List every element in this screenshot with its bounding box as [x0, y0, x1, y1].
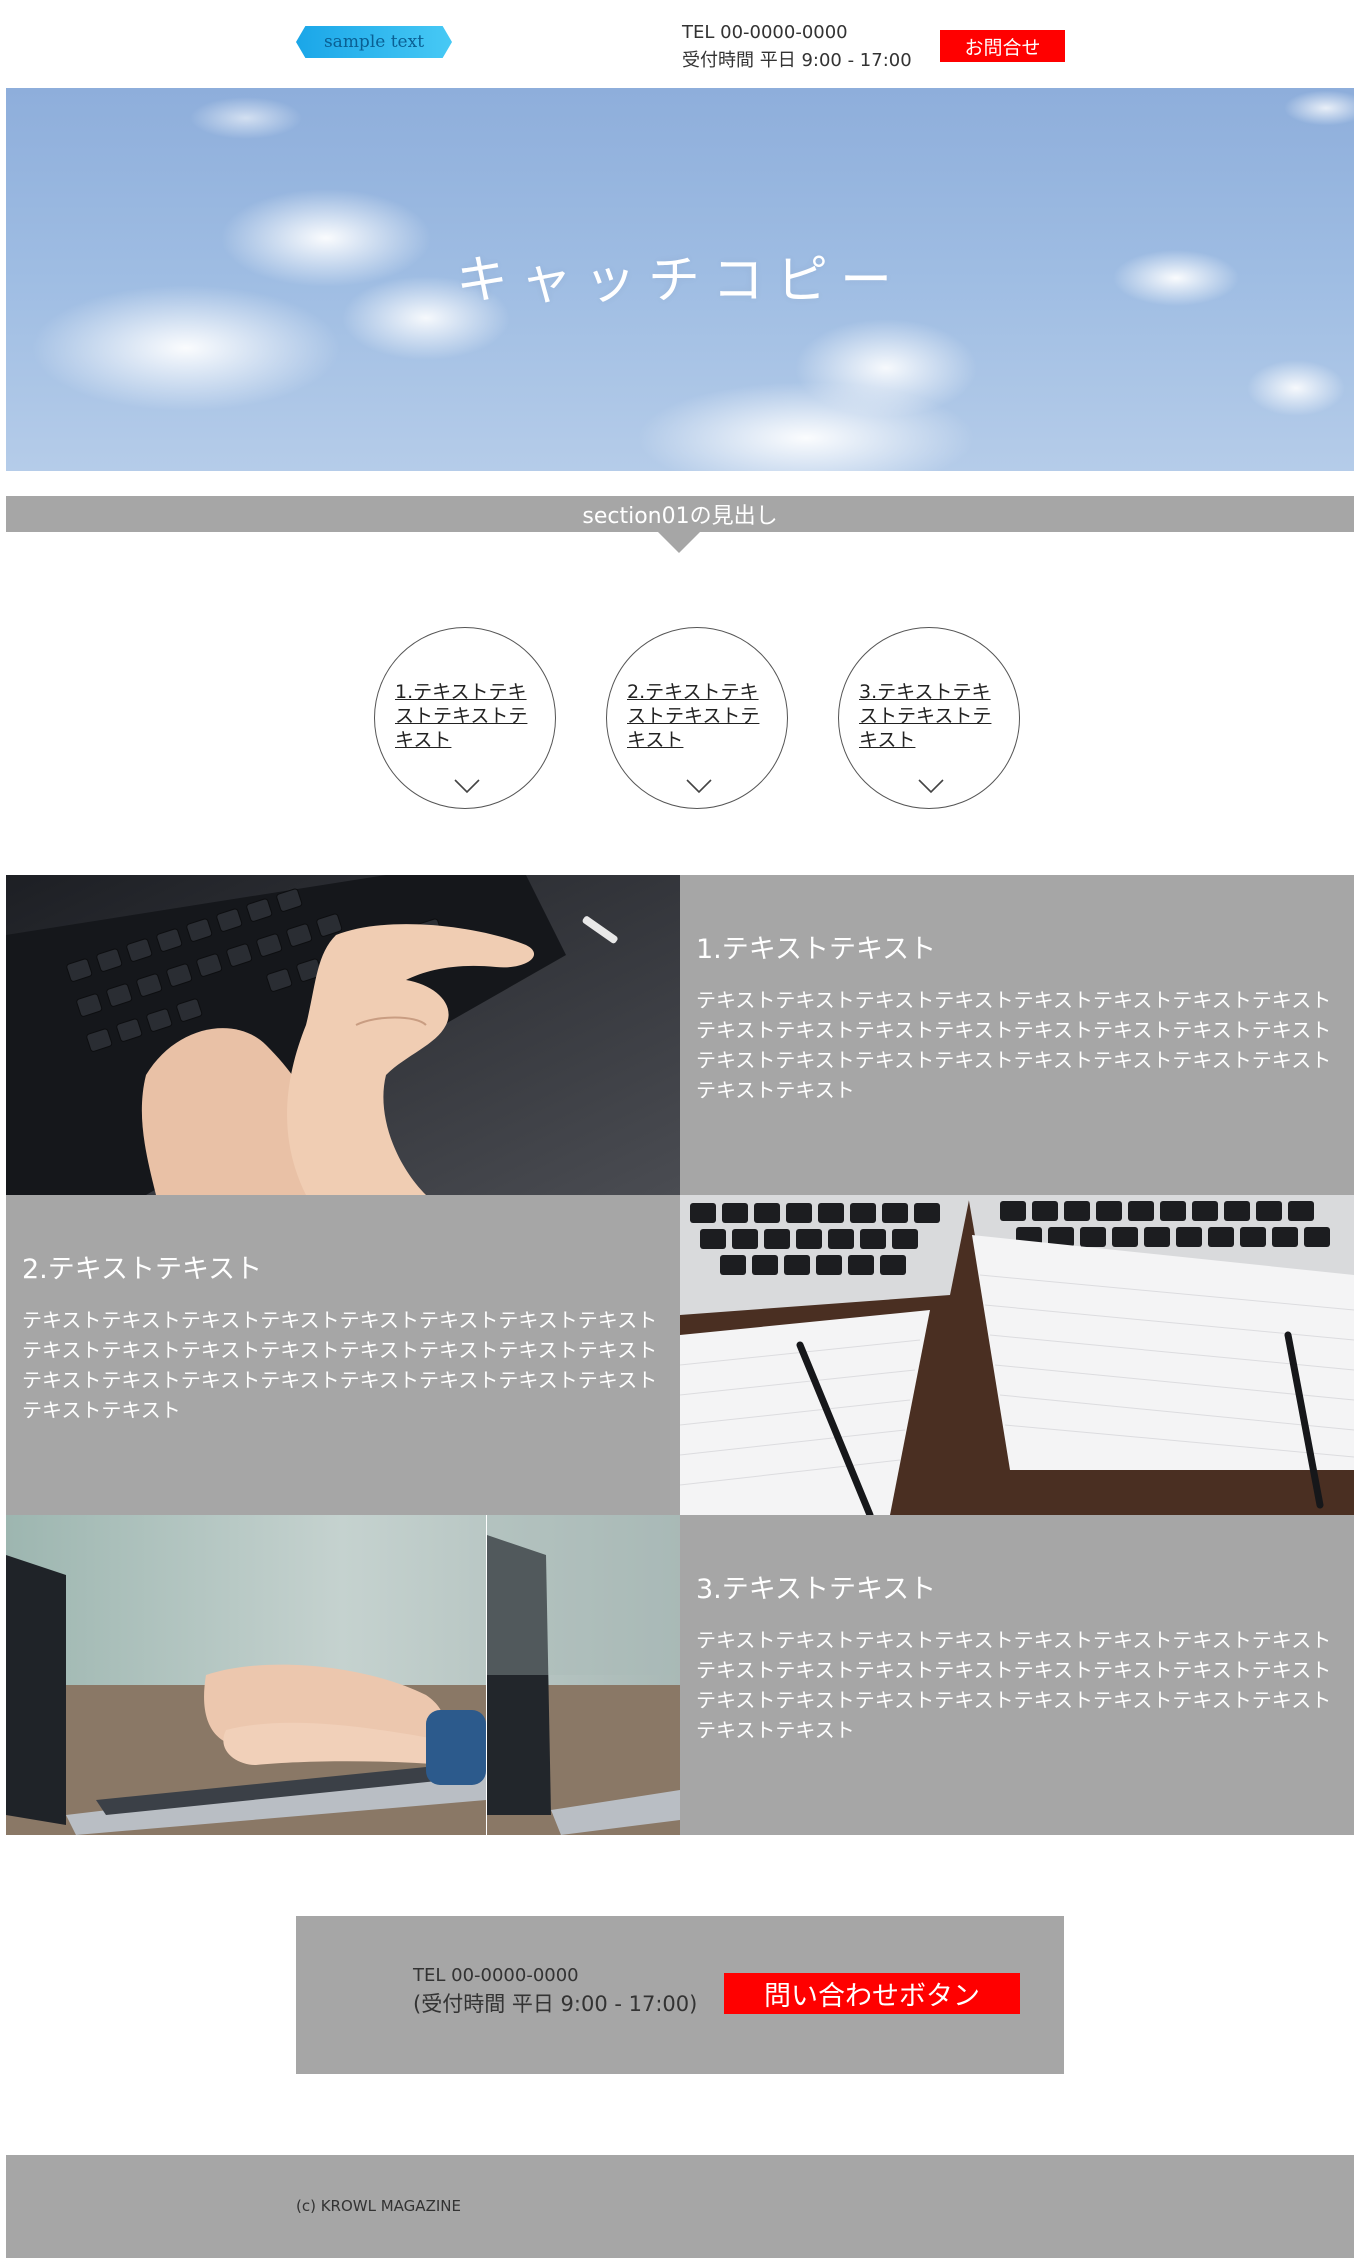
header-contact-button[interactable]: お問合せ [940, 30, 1065, 62]
contact-hours: (受付時間 平日 9:00 - 17:00) [413, 1992, 698, 2016]
contact-inquiry-button[interactable]: 問い合わせボタン [724, 1973, 1020, 2014]
contact-box: TEL 00-0000-0000 (受付時間 平日 9:00 - 17:00) … [296, 1916, 1064, 2074]
footer: (c) KROWL MAGAZINE [6, 2155, 1354, 2258]
notebook-laptop-photo [680, 1195, 1354, 1515]
header-tel: TEL 00-0000-0000 [682, 22, 848, 43]
hero-catch-copy: キャッチコピー [455, 251, 904, 311]
circle-link-label: 1.テキストテキストテキストテキスト [395, 681, 528, 751]
feature-row-3: 3.テキストテキスト テキストテキストテキストテキストテキストテキストテキストテ… [6, 1515, 1354, 1835]
feature-text-panel-2: 2.テキストテキスト テキストテキストテキストテキストテキストテキストテキストテ… [6, 1195, 680, 1515]
section-heading-bar: section01の見出し [6, 496, 1354, 532]
section-heading-arrow [657, 531, 701, 553]
footer-copyright: (c) KROWL MAGAZINE [296, 2197, 461, 2215]
contact-info: TEL 00-0000-0000 (受付時間 平日 9:00 - 17:00) [413, 1962, 697, 2018]
feature-title: 2.テキストテキスト [22, 1254, 263, 1285]
feature-row-1: 1.テキストテキスト テキストテキストテキストテキストテキストテキストテキストテ… [6, 875, 1354, 1195]
contact-tel: TEL 00-0000-0000 [413, 1965, 579, 1986]
circle-link-label: 3.テキストテキストテキストテキスト [859, 681, 992, 751]
feature-text-panel-1: 1.テキストテキスト テキストテキストテキストテキストテキストテキストテキストテ… [680, 875, 1354, 1195]
circle-link-label: 2.テキストテキストテキストテキスト [627, 681, 760, 751]
circle-link-2[interactable]: 2.テキストテキストテキストテキスト [606, 627, 788, 809]
section-heading: section01の見出し [582, 504, 778, 529]
site-logo[interactable]: sample text [296, 26, 452, 58]
circle-link-3[interactable]: 3.テキストテキストテキストテキスト [838, 627, 1020, 809]
chevron-down-icon [454, 779, 480, 794]
feature-title: 1.テキストテキスト [696, 934, 937, 965]
feature-text-panel-3: 3.テキストテキスト テキストテキストテキストテキストテキストテキストテキストテ… [680, 1515, 1354, 1835]
feature-row-2: 2.テキストテキスト テキストテキストテキストテキストテキストテキストテキストテ… [6, 1195, 1354, 1515]
feature-title: 3.テキストテキスト [696, 1574, 937, 1605]
keyboard-typing-photo [6, 875, 680, 1195]
logo-text: sample text [323, 32, 425, 52]
chevron-down-icon [918, 779, 944, 794]
header-contact-info: TEL 00-0000-0000 受付時間 平日 9:00 - 17:00 [682, 19, 912, 75]
feature-body: テキストテキストテキストテキストテキストテキストテキストテキストテキストテキスト… [696, 988, 1332, 1102]
feature-body: テキストテキストテキストテキストテキストテキストテキストテキストテキストテキスト… [696, 1628, 1332, 1742]
laptop-typing-photo [6, 1515, 680, 1835]
hero-image: キャッチコピー [6, 88, 1354, 471]
feature-body: テキストテキストテキストテキストテキストテキストテキストテキストテキストテキスト… [22, 1308, 658, 1422]
chevron-down-icon [686, 779, 712, 794]
circle-link-1[interactable]: 1.テキストテキストテキストテキスト [374, 627, 556, 809]
header-hours: 受付時間 平日 9:00 - 17:00 [682, 50, 912, 71]
